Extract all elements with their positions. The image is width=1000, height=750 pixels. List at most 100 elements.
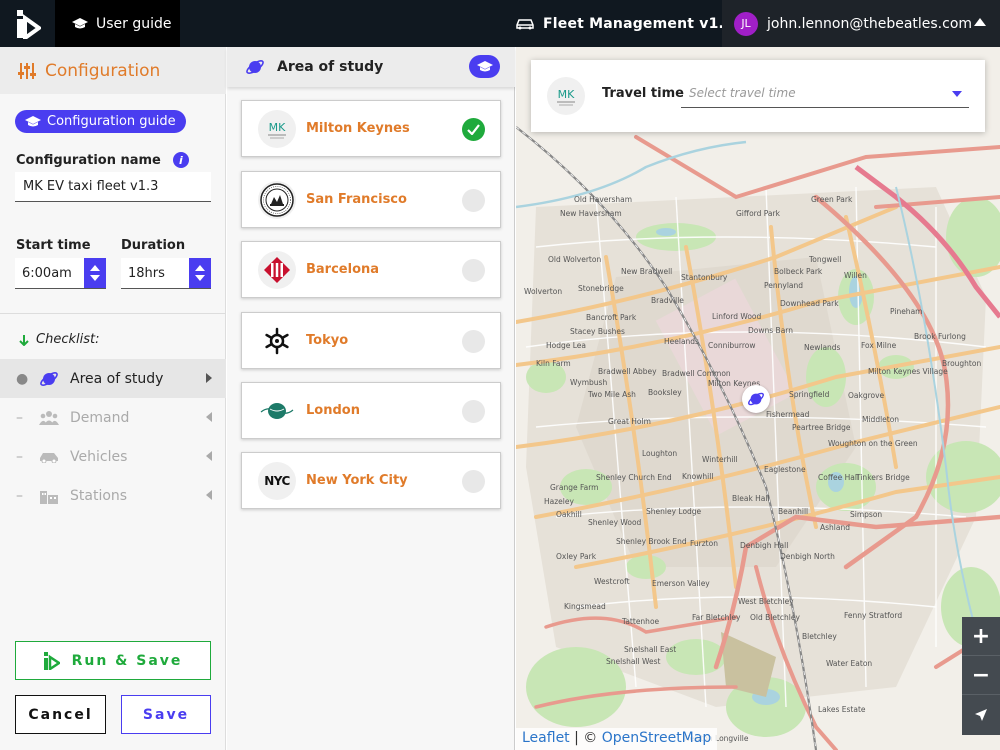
- city-name: London: [306, 403, 360, 418]
- map-place-label: Old Bletchley: [750, 613, 800, 622]
- city-name: New York City: [306, 473, 408, 488]
- checklist-item-stations[interactable]: – Stations: [0, 476, 226, 515]
- map-place-label: Emerson Valley: [652, 579, 710, 588]
- radio-button[interactable]: [462, 400, 485, 423]
- map-place-label: Peartree Bridge: [792, 423, 851, 432]
- increment-icon[interactable]: [195, 265, 205, 271]
- location-arrow-icon: [975, 708, 987, 721]
- checklist-item-vehicles[interactable]: – Vehicles: [0, 437, 226, 476]
- graduation-cap-icon: [25, 115, 41, 126]
- zoom-out-button[interactable]: −: [962, 656, 1000, 695]
- radio-button[interactable]: [462, 470, 485, 493]
- arrow-down-icon: [19, 334, 29, 346]
- map-place-label: Milton Keynes Village: [868, 367, 948, 376]
- city-card-tokyo[interactable]: Tokyo: [241, 312, 501, 369]
- app-logo-icon: [16, 9, 41, 39]
- radio-button[interactable]: [462, 259, 485, 282]
- map-place-label: Tattenhoe: [622, 617, 660, 626]
- checklist-item-demand[interactable]: – Demand: [0, 398, 226, 437]
- checklist-item-label: Vehicles: [70, 448, 128, 465]
- duration-label: Duration: [121, 238, 186, 253]
- configuration-header: Configuration: [0, 47, 226, 94]
- info-icon[interactable]: i: [172, 152, 189, 168]
- user-menu[interactable]: JL john.lennon@thebeatles.com: [722, 0, 1000, 47]
- zoom-in-button[interactable]: +: [962, 617, 1000, 656]
- chevron-right-icon: [206, 373, 212, 383]
- map-place-label: Middleton: [862, 415, 900, 424]
- map-place-label: Broughton: [942, 359, 982, 368]
- user-guide-tab[interactable]: User guide: [55, 0, 180, 47]
- nyc-logo: NYC: [258, 461, 296, 500]
- duration-stepper[interactable]: 18hrs: [121, 258, 211, 289]
- graduation-cap-icon: [72, 17, 88, 28]
- radio-button[interactable]: [462, 189, 485, 212]
- svg-text:MK: MK: [558, 88, 575, 101]
- city-name: San Francisco: [306, 192, 407, 207]
- map-place-label: Oakhill: [556, 510, 582, 519]
- checklist-item-area-of-study[interactable]: ● Area of study: [0, 359, 226, 398]
- user-email: john.lennon@thebeatles.com: [767, 15, 973, 32]
- city-card-new-york-city[interactable]: NYC New York City: [241, 452, 501, 509]
- checkmark-icon[interactable]: [462, 118, 485, 141]
- app-title-text: Fleet Management v1.24: [543, 15, 744, 32]
- decrement-icon[interactable]: [90, 275, 100, 281]
- map-place-label: Simpson: [850, 510, 883, 519]
- duration-stepper-buttons[interactable]: [189, 258, 211, 288]
- planet-icon: [748, 392, 764, 406]
- cancel-button[interactable]: Cancel: [15, 695, 106, 734]
- map-place-label: Woughton on the Green: [828, 439, 918, 448]
- map-place-label: Bolbeck Park: [774, 267, 823, 276]
- map-place-label: Old Wolverton: [548, 255, 602, 264]
- increment-icon[interactable]: [90, 265, 100, 271]
- map[interactable]: Old Haversham New Haversham Gifford Park Gr…: [516, 47, 1000, 750]
- map-place-label: Beanhill: [778, 507, 809, 516]
- radio-button[interactable]: [462, 330, 485, 353]
- checklist-title-text: Checklist:: [36, 332, 100, 347]
- save-button[interactable]: Save: [121, 695, 211, 734]
- configuration-guide-button[interactable]: Configuration guide: [15, 110, 186, 133]
- people-icon: [38, 408, 60, 428]
- travel-time-label: Travel time: [602, 86, 684, 101]
- chevron-left-icon: [206, 412, 212, 422]
- san-francisco-seal-logo: [258, 180, 296, 219]
- run-logo-icon: [43, 651, 60, 670]
- city-card-san-francisco[interactable]: San Francisco: [241, 171, 501, 228]
- configuration-name-input[interactable]: [15, 172, 211, 202]
- decrement-icon[interactable]: [195, 275, 205, 281]
- city-card-london[interactable]: London: [241, 382, 501, 439]
- start-time-value: 6:00am: [22, 265, 72, 281]
- area-marker[interactable]: [742, 385, 770, 413]
- travel-time-select[interactable]: Select travel time: [681, 80, 969, 108]
- city-card-barcelona[interactable]: Barcelona: [241, 241, 501, 298]
- map-place-label: Fishermead: [766, 410, 810, 419]
- map-place-label: Heelands: [664, 337, 699, 346]
- map-place-label: Knowhill: [682, 472, 714, 481]
- area-guide-button[interactable]: [469, 55, 500, 78]
- caret-up-icon[interactable]: [974, 18, 986, 26]
- map-place-label: Old Haversham: [574, 195, 633, 204]
- top-bar: User guide Fleet Management v1.24 JL joh…: [0, 0, 1000, 47]
- map-place-label: Hodge Lea: [546, 341, 587, 350]
- map-place-label: Newlands: [804, 343, 841, 352]
- map-place-label: Tinkers Bridge: [856, 473, 910, 482]
- tokyo-emblem-logo: [258, 321, 296, 360]
- bullet: ●: [16, 370, 29, 387]
- locate-button[interactable]: [962, 695, 1000, 734]
- configuration-guide-label: Configuration guide: [47, 114, 176, 129]
- city-card-milton-keynes[interactable]: MK Milton Keynes: [241, 100, 501, 157]
- milton-keynes-logo: MK: [547, 77, 585, 115]
- zoom-control: + −: [962, 617, 1000, 735]
- dropdown-arrow-icon[interactable]: [952, 91, 962, 97]
- openstreetmap-link[interactable]: OpenStreetMap: [602, 730, 711, 746]
- app-title: Fleet Management v1.24: [515, 0, 744, 47]
- start-time-stepper-buttons[interactable]: [84, 258, 106, 288]
- checklist-title: Checklist:: [18, 332, 99, 347]
- avatar: JL: [734, 11, 758, 36]
- map-place-label: Snelshall West: [606, 657, 661, 666]
- map-place-label: Eaglestone: [764, 465, 806, 474]
- leaflet-link[interactable]: Leaflet: [522, 730, 570, 746]
- start-time-stepper[interactable]: 6:00am: [15, 258, 106, 289]
- map-place-label: West Bletchley: [738, 597, 794, 606]
- app-logo[interactable]: [0, 0, 55, 47]
- run-and-save-button[interactable]: Run & Save: [15, 641, 211, 680]
